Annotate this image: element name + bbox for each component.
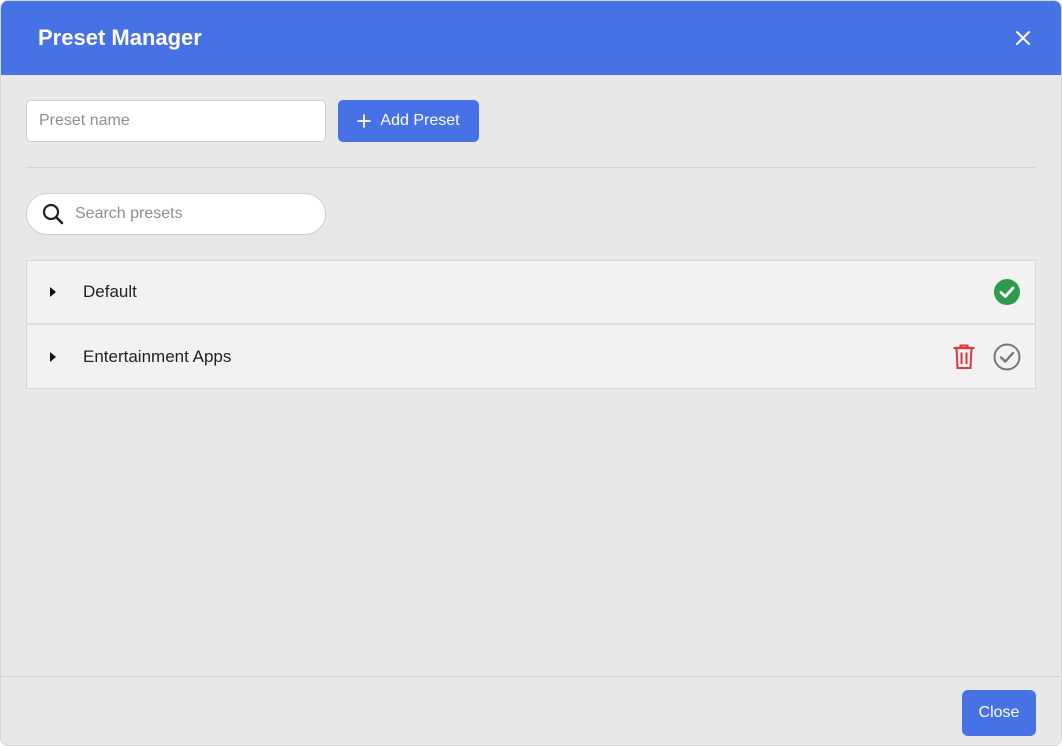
- search-icon: [41, 202, 65, 226]
- dialog-title: Preset Manager: [38, 25, 202, 50]
- preset-row-default[interactable]: Default: [27, 261, 1035, 325]
- dialog-header: Preset Manager: [1, 1, 1061, 75]
- preset-name: Default: [83, 282, 137, 301]
- row-actions: [993, 278, 1021, 306]
- set-active-check-icon[interactable]: [993, 343, 1021, 371]
- section-divider: [26, 167, 1036, 168]
- active-check-icon[interactable]: [993, 278, 1021, 306]
- plus-icon: [357, 114, 372, 128]
- preset-manager-dialog: Preset Manager Add Preset: [0, 0, 1062, 746]
- search-input[interactable]: [75, 205, 295, 223]
- trash-icon[interactable]: [953, 344, 975, 370]
- preset-list: Default Entertainment Apps: [26, 260, 1036, 389]
- expand-caret-icon[interactable]: [49, 286, 61, 298]
- expand-caret-icon[interactable]: [49, 351, 61, 363]
- preset-name: Entertainment Apps: [83, 346, 232, 366]
- preset-name-input[interactable]: [26, 100, 326, 142]
- search-box[interactable]: [26, 193, 326, 235]
- close-icon[interactable]: [1005, 20, 1041, 56]
- preset-row-entertainment-apps[interactable]: Entertainment Apps: [27, 325, 1035, 388]
- dialog-footer: Close: [1, 676, 1061, 745]
- add-preset-button[interactable]: Add Preset: [338, 100, 479, 142]
- add-preset-row: Add Preset: [26, 100, 479, 142]
- close-button[interactable]: Close: [962, 690, 1036, 736]
- row-actions: [953, 343, 1021, 371]
- add-preset-label: Add Preset: [380, 112, 460, 129]
